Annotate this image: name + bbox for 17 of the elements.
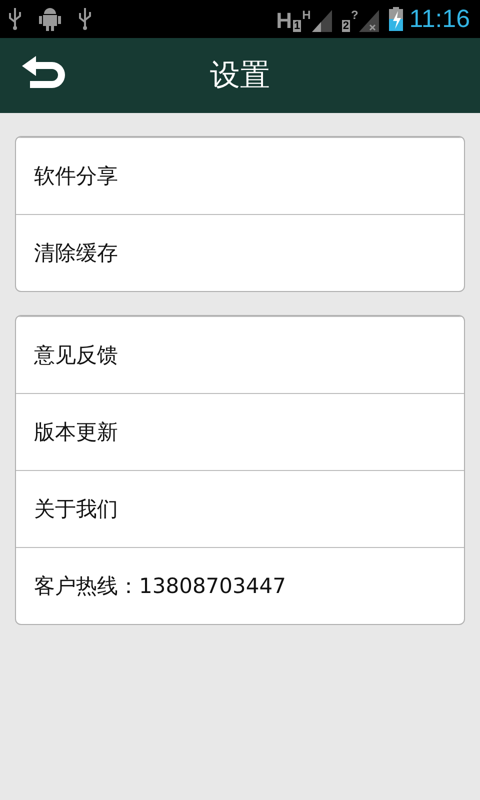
signal-label: ? xyxy=(350,8,358,22)
settings-item[interactable]: 版本更新 xyxy=(16,393,464,470)
sim-slot: 2 xyxy=(342,20,350,32)
settings-item[interactable]: 客户热线：13808703447 xyxy=(16,547,464,624)
settings-item[interactable]: 意见反馈 xyxy=(16,316,464,393)
settings-item[interactable]: 关于我们 xyxy=(16,470,464,547)
signal-label: H xyxy=(302,8,311,22)
page-title: 设置 xyxy=(210,57,270,95)
sim-slot: 1 xyxy=(293,20,302,32)
android-robot-icon xyxy=(38,6,62,32)
settings-item[interactable]: 清除缓存 xyxy=(16,214,464,291)
usb-icon xyxy=(8,8,22,30)
network-type: H xyxy=(276,10,292,32)
usb-icon xyxy=(78,8,92,30)
battery-charging-icon xyxy=(389,7,404,31)
clock-time: 11:16 xyxy=(409,4,470,34)
settings-item[interactable]: 软件分享 xyxy=(16,137,464,214)
